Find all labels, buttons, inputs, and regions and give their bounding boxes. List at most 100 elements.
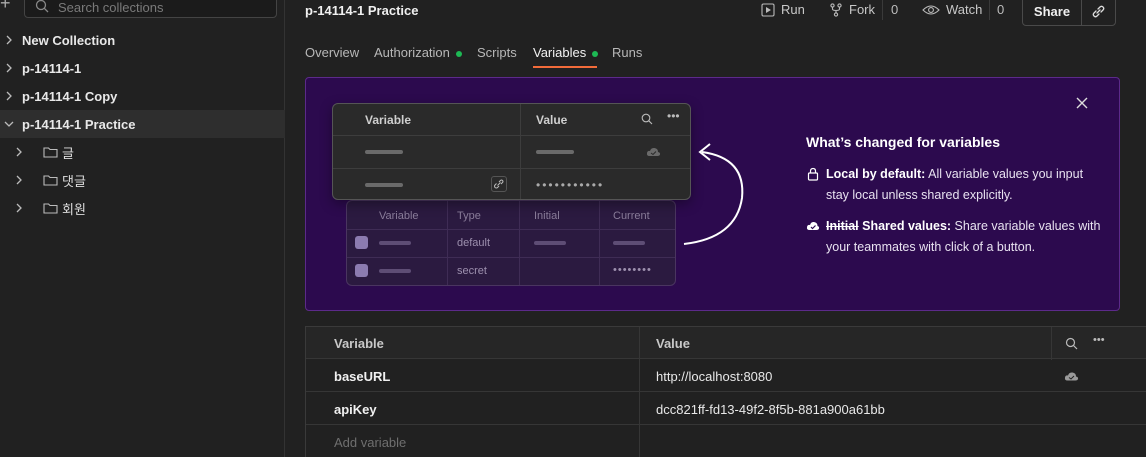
collection-item-p-14114-1-copy[interactable]: p-14114-1 Copy — [0, 82, 285, 110]
illus-divider — [447, 201, 448, 285]
chevron-right-icon[interactable] — [3, 90, 15, 102]
col-header-variable: Variable — [334, 336, 384, 351]
chevron-right-icon[interactable] — [3, 62, 15, 74]
variables-table: Variable Value ••• baseURL http://localh… — [305, 326, 1146, 457]
divider — [989, 0, 990, 20]
illus-placeholder-bar — [536, 150, 574, 154]
chevron-right-icon[interactable] — [13, 146, 25, 158]
status-dot — [592, 50, 599, 57]
illus-link-badge — [491, 176, 507, 192]
info-local-by-default: Local by default: All variable values yo… — [806, 164, 1106, 206]
illus-placeholder-bar — [365, 150, 403, 154]
collection-item-p-14114-1[interactable]: p-14114-1 — [0, 54, 285, 82]
illus-col-label: Type — [457, 210, 481, 222]
fork-button[interactable]: Fork — [829, 2, 875, 17]
variable-value[interactable]: http://localhost:8080 — [656, 369, 772, 384]
copy-link-button[interactable] — [1081, 0, 1116, 26]
illus-mask: •••••••• — [613, 264, 652, 276]
banner-info: What’s changed for variables Local by de… — [806, 134, 1106, 268]
illus-col-label: Value — [536, 113, 568, 127]
info-bold: Local by default: — [826, 167, 926, 181]
variable-key[interactable]: baseURL — [334, 369, 390, 384]
new-collection-button[interactable]: + — [0, 0, 12, 14]
illus-divider — [599, 201, 600, 285]
variable-key[interactable]: apiKey — [334, 402, 377, 417]
illus-divider — [519, 201, 520, 285]
close-icon[interactable] — [1075, 96, 1089, 110]
illus-col-label: Variable — [365, 113, 412, 127]
folder-label: 댓글 — [62, 173, 86, 189]
search-icon — [35, 0, 49, 13]
run-button[interactable]: Run — [761, 2, 805, 17]
collection-item-new-collection[interactable]: New Collection — [0, 26, 285, 54]
fork-count[interactable]: 0 — [891, 2, 898, 17]
banner-heading: What’s changed for variables — [806, 134, 1000, 150]
watch-label: Watch — [946, 2, 983, 17]
tab-label: Runs — [612, 45, 643, 60]
tab-runs[interactable]: Runs — [612, 45, 642, 60]
add-variable-input[interactable]: Add variable — [334, 435, 406, 450]
illus-type: default — [457, 237, 491, 249]
illus-col-label: Initial — [534, 210, 560, 222]
info-strike: Initial — [826, 219, 859, 233]
link-icon — [494, 179, 504, 189]
table-header-row: Variable Value ••• — [306, 327, 1146, 359]
search-input[interactable]: Search collections — [24, 0, 277, 18]
folder-icon — [43, 175, 58, 186]
info-shared-values: Initial Shared values: Share variable va… — [806, 216, 1106, 258]
col-header-value: Value — [656, 336, 690, 351]
fork-icon — [830, 2, 842, 17]
fork-label: Fork — [849, 2, 875, 17]
illus-divider — [333, 168, 690, 169]
tab-label: Overview — [305, 45, 360, 60]
tab-label: Variables — [533, 45, 587, 60]
illus-placeholder-bar — [379, 241, 411, 245]
chevron-down-icon[interactable] — [3, 118, 15, 130]
illus-placeholder-bar — [365, 183, 403, 187]
column-divider — [1051, 327, 1052, 360]
status-dot — [455, 50, 462, 57]
cloud-check-icon — [806, 221, 820, 230]
illus-col-label: Current — [613, 210, 650, 222]
folder-item-0[interactable]: 글 — [0, 138, 285, 166]
run-icon — [761, 2, 775, 17]
search-icon — [641, 113, 653, 125]
illus-placeholder-bar — [534, 241, 566, 245]
chevron-right-icon[interactable] — [3, 34, 15, 46]
tab-label: Scripts — [477, 45, 517, 60]
add-variable-row[interactable]: Add variable — [306, 426, 1146, 457]
folder-item-2[interactable]: 회원 — [0, 194, 285, 222]
table-row[interactable]: apiKey dcc821ff-fd13-49f2-8f5b-881a900a6… — [306, 393, 1146, 425]
illus-checkbox — [355, 236, 368, 249]
info-bold: Shared values: — [858, 219, 952, 233]
folder-item-1[interactable]: 댓글 — [0, 166, 285, 194]
collection-label: p-14114-1 — [22, 60, 82, 76]
variable-value[interactable]: dcc821ff-fd13-49f2-8f5b-881a900a61bb — [656, 402, 885, 417]
lock-icon — [807, 167, 819, 181]
watch-button[interactable]: Watch — [922, 2, 982, 17]
illus-placeholder-bar — [379, 269, 411, 273]
watch-count[interactable]: 0 — [997, 2, 1004, 17]
illustration-old-table: Variable Type Initial Current default se… — [346, 200, 676, 286]
illus-col-label: Variable — [379, 210, 419, 222]
tab-variables[interactable]: Variables — [533, 45, 599, 60]
active-tab-indicator — [533, 66, 597, 68]
illus-divider — [520, 104, 521, 199]
collection-item-p-14114-1-practice[interactable]: p-14114-1 Practice — [0, 110, 285, 138]
more-options-icon[interactable]: ••• — [1093, 334, 1105, 346]
search-icon[interactable] — [1065, 337, 1078, 350]
cloud-share-icon[interactable] — [1064, 370, 1080, 382]
main-panel: p-14114-1 Practice Run Fork 0 Watch 0 Sh… — [285, 0, 1146, 457]
illus-placeholder-bar — [613, 241, 645, 245]
tab-overview[interactable]: Overview — [305, 45, 359, 60]
tab-scripts[interactable]: Scripts — [477, 45, 517, 60]
more-icon: ••• — [667, 109, 680, 123]
table-row[interactable]: baseURL http://localhost:8080 — [306, 360, 1146, 392]
illus-divider — [347, 257, 675, 258]
collection-label: New Collection — [22, 32, 116, 48]
chevron-right-icon[interactable] — [13, 174, 25, 186]
chevron-right-icon[interactable] — [13, 202, 25, 214]
share-button[interactable]: Share — [1022, 0, 1082, 26]
tab-authorization[interactable]: Authorization — [374, 45, 462, 60]
illus-type: secret — [457, 265, 487, 277]
